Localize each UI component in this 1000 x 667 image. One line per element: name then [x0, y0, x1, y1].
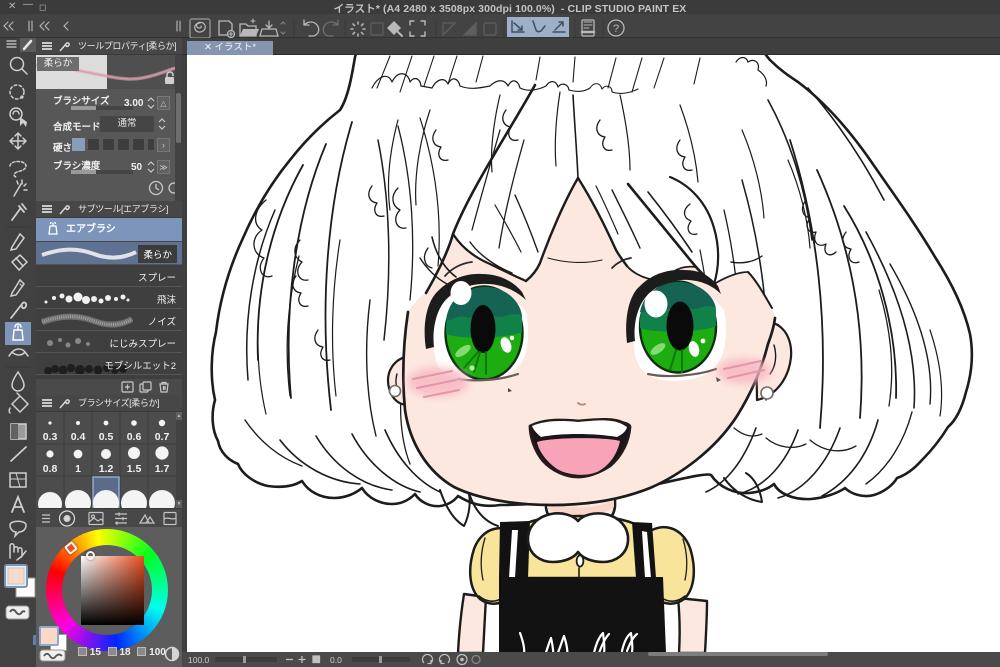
svg-text:1.5: 1.5: [127, 463, 142, 475]
svg-text:0.7: 0.7: [155, 431, 170, 443]
svg-text:1.7: 1.7: [155, 463, 170, 475]
svg-text:0.6: 0.6: [127, 431, 142, 443]
svg-text:0.8: 0.8: [43, 463, 58, 475]
svg-text:1: 1: [75, 463, 81, 475]
svg-text:0.3: 0.3: [43, 431, 58, 443]
svg-text:0.5: 0.5: [99, 431, 114, 443]
svg-text:1.2: 1.2: [99, 463, 114, 475]
svg-text:0.4: 0.4: [71, 431, 86, 443]
svg-text:?: ?: [613, 23, 619, 35]
